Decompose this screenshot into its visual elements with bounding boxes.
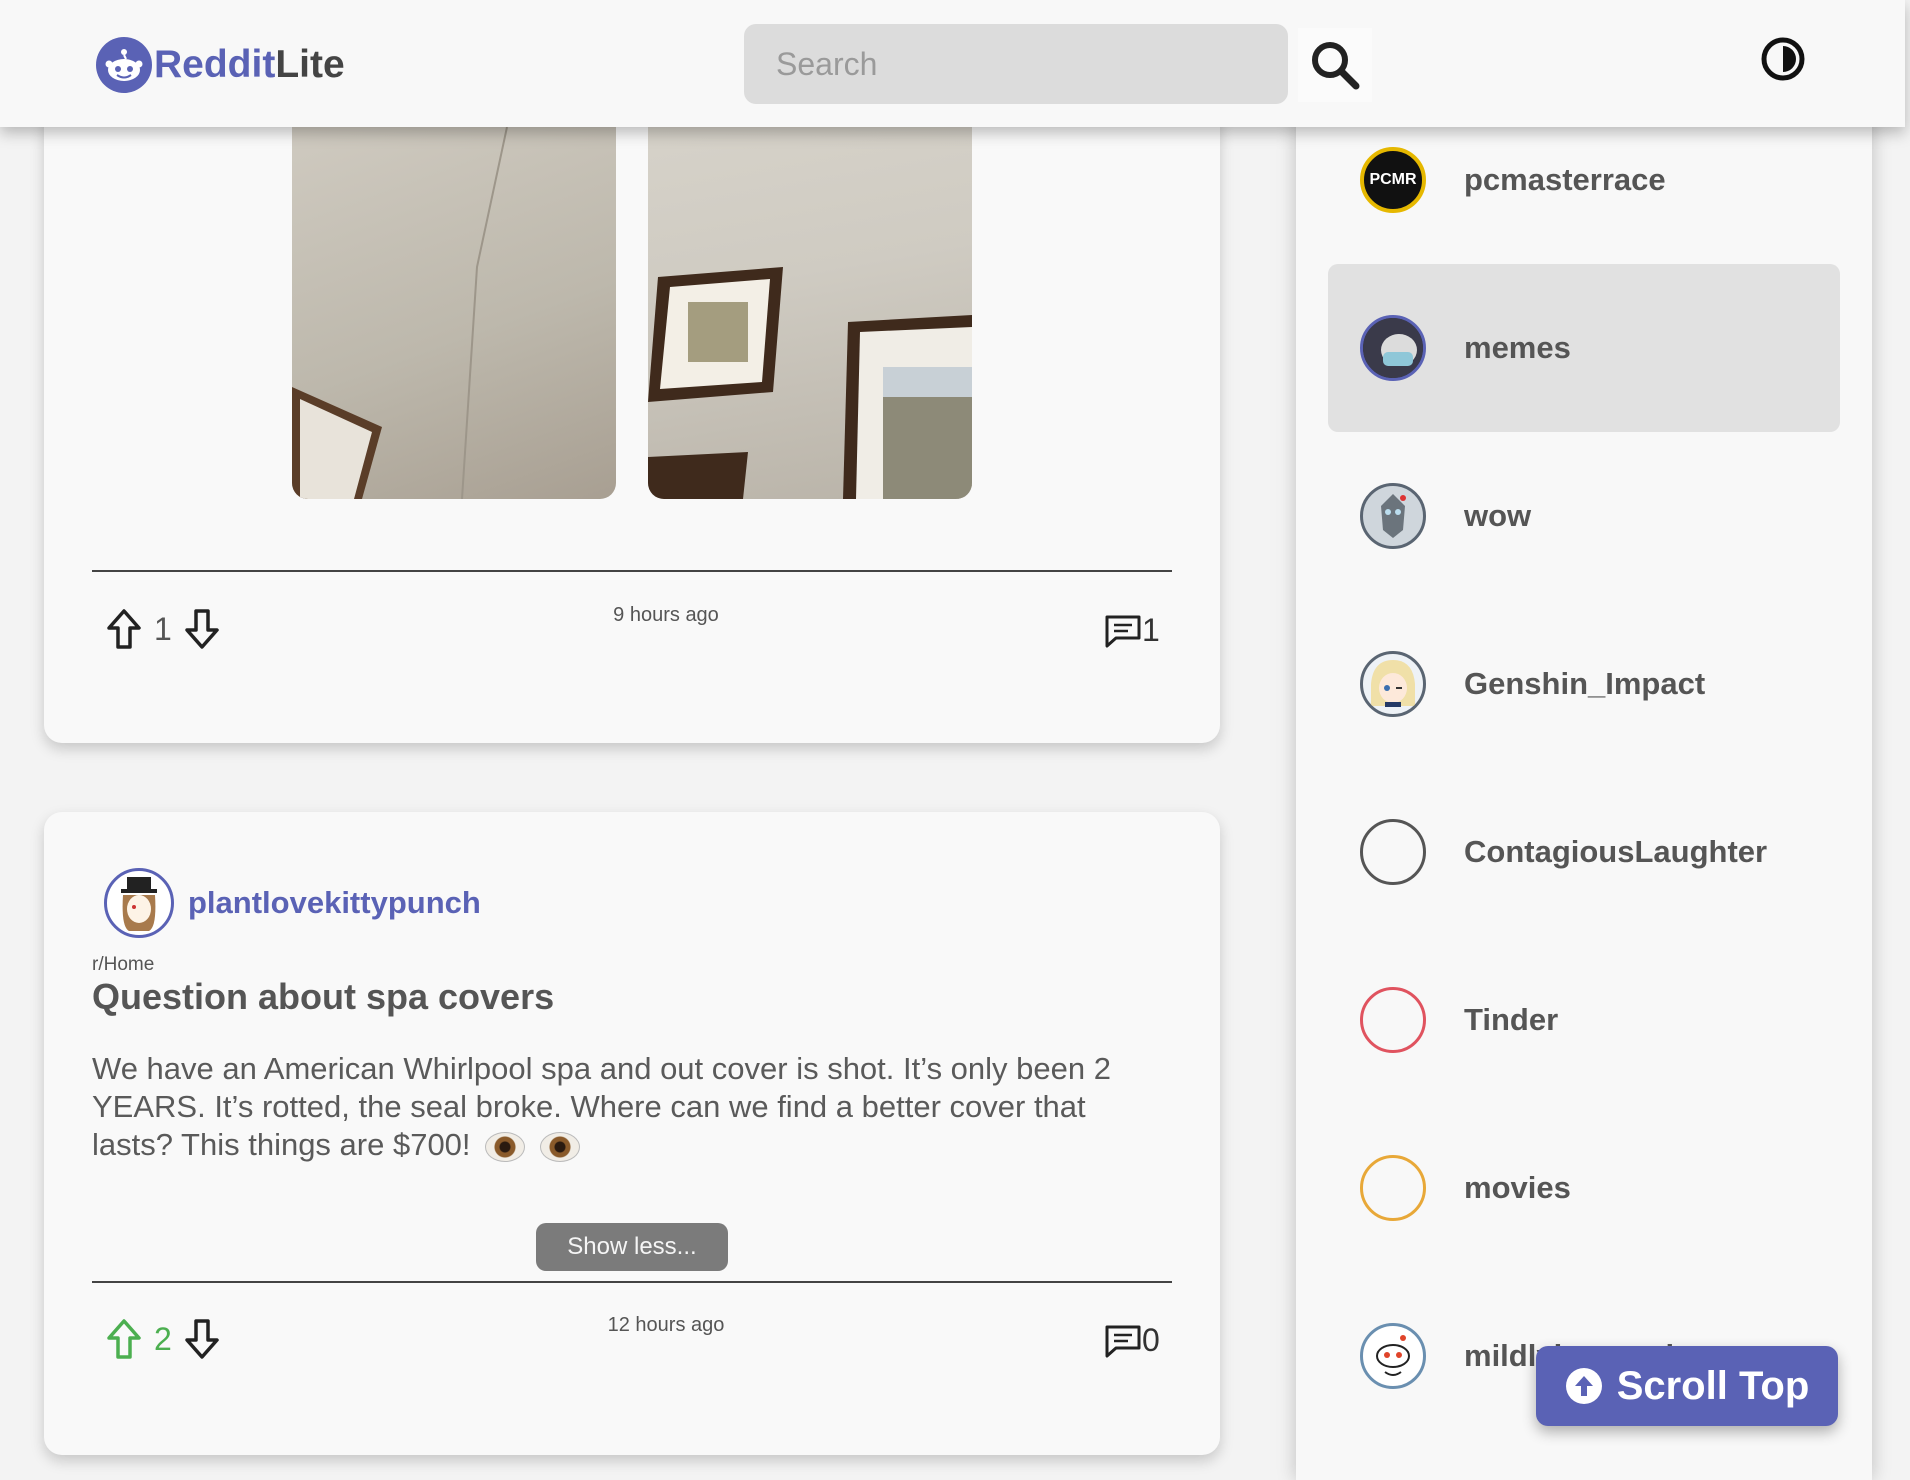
subreddit-avatar [1360,1155,1426,1221]
post-body-text: We have an American Whirlpool spa and ou… [92,1051,1111,1162]
subreddit-avatar [1360,1323,1426,1389]
app-logo[interactable]: RedditLite [96,37,345,93]
gallery-image[interactable] [292,127,616,499]
subreddit-avatar: PCMR [1360,147,1426,213]
show-less-button[interactable]: Show less... [536,1223,728,1271]
sidebar-item-label: pcmasterrace [1464,162,1666,197]
post-divider [92,1281,1172,1283]
post-title[interactable]: Question about spa covers [92,976,554,1018]
author-name[interactable]: plantlovekittypunch [188,885,481,921]
subreddit-avatar [1360,987,1426,1053]
comments-button[interactable]: 1 [1104,612,1160,649]
upvote-arrow-icon[interactable] [106,1318,142,1360]
arrow-up-circle-icon [1565,1368,1602,1404]
author-row[interactable]: plantlovekittypunch [104,868,481,938]
search-button[interactable] [1298,28,1372,102]
vote-controls: 2 [106,1318,220,1360]
post-timestamp: 12 hours ago [607,1314,725,1336]
theme-toggle-icon [1761,37,1805,81]
search-icon [1312,42,1360,90]
eye-emoji-icon [485,1131,526,1162]
sidebar-item-wow[interactable]: wow [1328,432,1840,600]
post-divider [92,570,1172,572]
eye-emoji-icon [539,1131,580,1162]
comment-count: 0 [1142,1322,1160,1358]
sidebar-item-contagiouslaughter[interactable]: ContagiousLaughter [1328,768,1840,936]
subreddit-avatar [1360,483,1426,549]
subreddit-avatar [1360,651,1426,717]
sidebar-item-label: memes [1464,330,1571,365]
pcmr-logo-text: PCMR [1369,171,1417,188]
sidebar-item-movies[interactable]: movies [1328,1104,1840,1272]
comments-button[interactable]: 0 [1104,1322,1160,1359]
subreddit-avatar [1360,819,1426,885]
comment-icon [1105,615,1141,647]
sidebar-item-label: Genshin_Impact [1464,666,1706,701]
post-card [44,40,1220,743]
sidebar-item-label: ContagiousLaughter [1464,834,1768,869]
scroll-top-label: Scroll Top [1616,1363,1810,1408]
theme-toggle-button[interactable] [1758,34,1808,84]
downvote-arrow-icon[interactable] [184,608,220,650]
sidebar-item-label: wow [1464,498,1532,533]
sidebar-item-label: Tinder [1464,1002,1559,1037]
reddit-alien-icon [96,37,152,93]
comment-count: 1 [1142,612,1160,648]
sidebar-item-label: movies [1464,1170,1571,1205]
subreddit-avatar [1360,315,1426,381]
post-body: We have an American Whirlpool spa and ou… [92,1050,1172,1164]
logo-text-lite: Lite [275,43,345,86]
sidebar-item-tinder[interactable]: Tinder [1328,936,1840,1104]
author-avatar [104,868,174,938]
comment-icon [1105,1325,1141,1357]
scroll-top-button[interactable]: Scroll Top [1536,1346,1838,1426]
vote-count: 2 [154,1320,172,1357]
search-input[interactable] [744,24,1288,104]
downvote-arrow-icon[interactable] [184,1318,220,1360]
gallery-image[interactable] [648,127,972,499]
top-header: RedditLite [0,0,1905,127]
vote-count: 1 [154,610,172,647]
vote-controls: 1 [106,608,220,650]
post-timestamp: 9 hours ago [613,604,719,626]
sidebar-item-genshin-impact[interactable]: Genshin_Impact [1328,600,1840,768]
logo-text-reddit: Reddit [154,43,276,86]
sidebar-item-memes[interactable]: memes [1328,264,1840,432]
upvote-arrow-icon[interactable] [106,608,142,650]
subreddit-label[interactable]: r/Home [92,954,154,976]
